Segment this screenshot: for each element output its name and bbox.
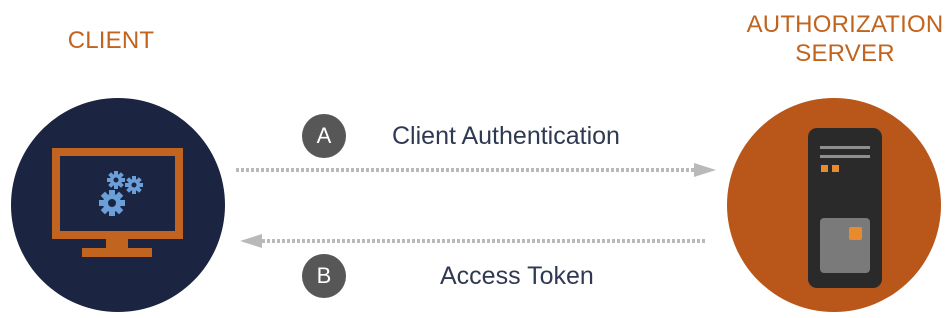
server-slot-line-2 bbox=[820, 155, 870, 158]
gear-small-icon-2 bbox=[125, 176, 143, 194]
step-badge-b: B bbox=[302, 254, 346, 298]
server-slot-line-1 bbox=[820, 146, 870, 149]
gear-small-icon-1 bbox=[107, 171, 125, 189]
monitor-with-gears-icon bbox=[52, 148, 183, 257]
client-authentication-label: Client Authentication bbox=[392, 122, 620, 150]
arrow-client-to-server bbox=[236, 163, 716, 177]
arrow-a-head bbox=[694, 163, 716, 177]
step-badge-a: A bbox=[302, 114, 346, 158]
monitor-stand-base bbox=[82, 248, 152, 257]
monitor-stand-neck bbox=[106, 239, 128, 249]
access-token-label: Access Token bbox=[440, 262, 594, 290]
server-tower-icon bbox=[808, 128, 882, 288]
gear-large-icon bbox=[99, 190, 125, 216]
server-indicator-light-2 bbox=[832, 165, 839, 172]
server-indicator-light-1 bbox=[821, 165, 828, 172]
arrow-b-head bbox=[240, 234, 262, 248]
server-drive-bay bbox=[820, 218, 870, 273]
server-drive-button bbox=[849, 227, 862, 240]
arrow-server-to-client bbox=[240, 234, 705, 248]
